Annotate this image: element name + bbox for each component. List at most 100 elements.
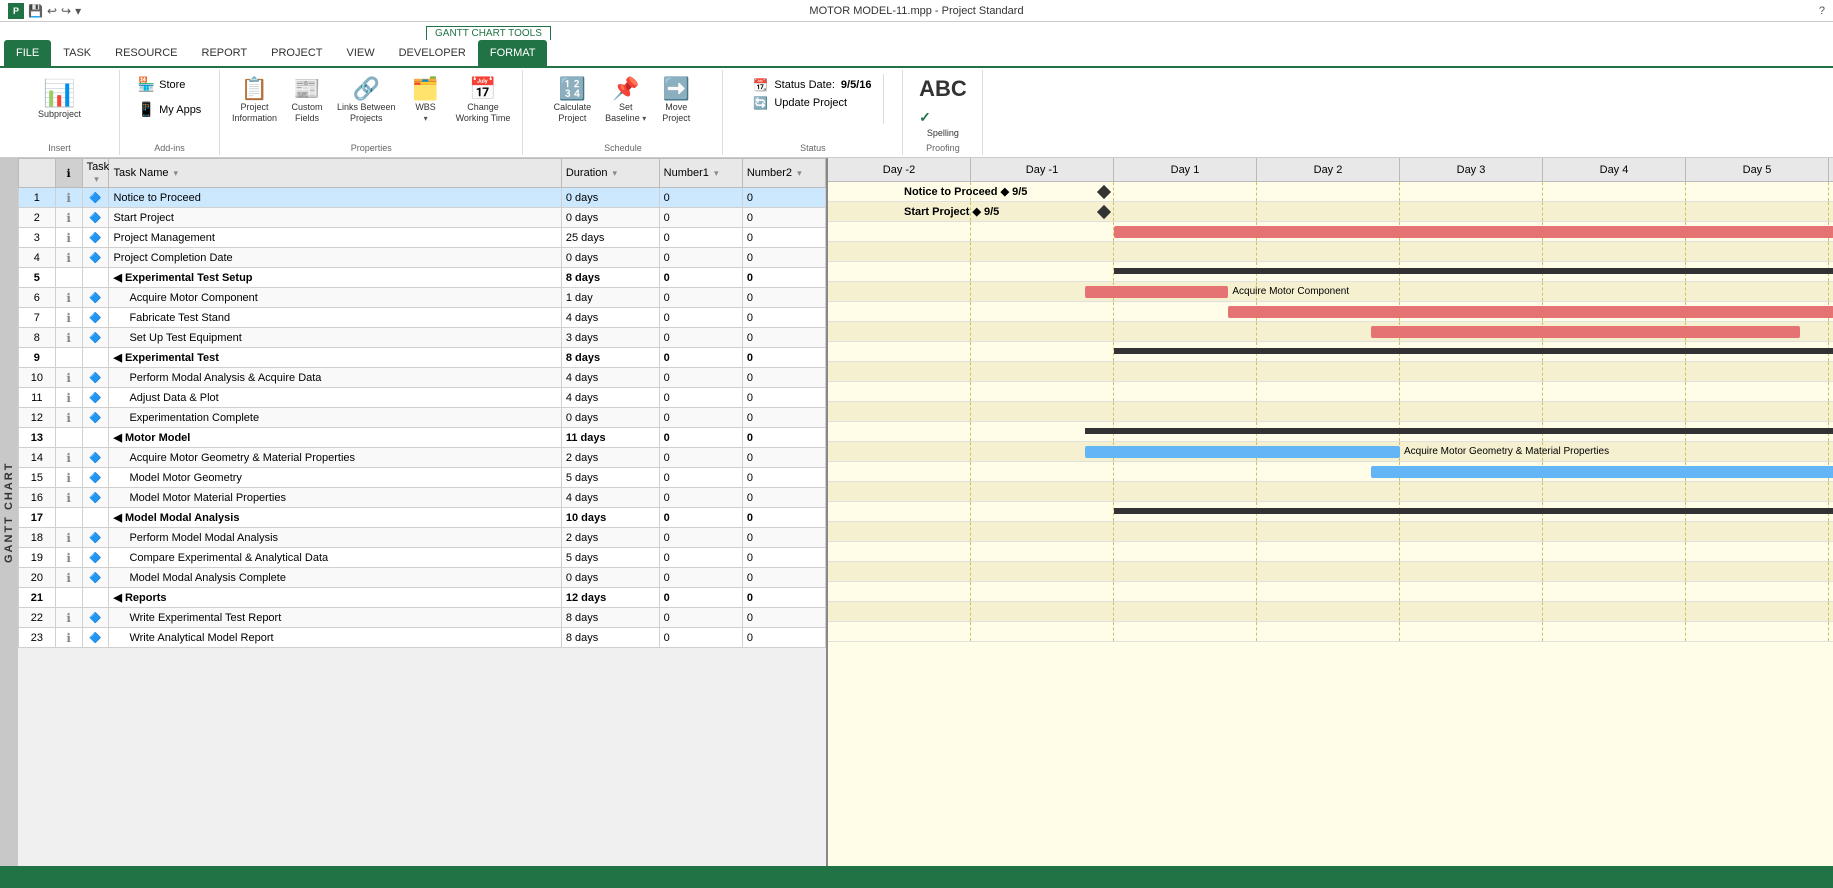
tab-format[interactable]: FORMAT [478, 40, 548, 66]
task-number2-cell: 0 [742, 488, 825, 508]
table-row[interactable]: 14ℹ🔷Acquire Motor Geometry & Material Pr… [19, 448, 826, 468]
th-duration[interactable]: Duration ▾ [561, 159, 659, 188]
tab-task[interactable]: TASK [51, 40, 103, 66]
project-info-button[interactable]: 📋 ProjectInformation [228, 74, 281, 126]
task-id-cell: 3 [19, 228, 56, 248]
table-row[interactable]: 19ℹ🔷Compare Experimental & Analytical Da… [19, 548, 826, 568]
table-row[interactable]: 16ℹ🔷Model Motor Material Properties4 day… [19, 488, 826, 508]
table-row[interactable]: 2ℹ🔷Start Project0 days00 [19, 208, 826, 228]
working-time-label: ChangeWorking Time [456, 102, 511, 124]
name-filter-icon[interactable]: ▾ [174, 168, 179, 178]
tab-resource[interactable]: RESOURCE [103, 40, 189, 66]
gantt-cell [1257, 342, 1400, 361]
task-number1-cell: 0 [659, 228, 742, 248]
table-row[interactable]: 8ℹ🔷Set Up Test Equipment3 days00 [19, 328, 826, 348]
duration-filter-icon[interactable]: ▾ [613, 168, 618, 178]
th-number1[interactable]: Number1 ▾ [659, 159, 742, 188]
store-button[interactable]: 🏪 Store [134, 74, 206, 95]
gantt-cell [1686, 202, 1829, 221]
table-row[interactable]: 22ℹ🔷Write Experimental Test Report8 days… [19, 608, 826, 628]
gantt-row [828, 402, 1833, 422]
gantt-cell [1114, 242, 1257, 261]
addins-group-content: 🏪 Store 📱 My Apps [134, 74, 206, 148]
wbs-label: WBS▾ [415, 102, 436, 124]
ribbon-group-insert: 📊 Subproject Insert [0, 70, 120, 155]
task-type-cell [82, 268, 109, 288]
wbs-button[interactable]: 🗂️ WBS▾ [406, 74, 446, 126]
gantt-cell [1543, 542, 1686, 561]
links-icon: 🔗 [353, 76, 380, 102]
table-row[interactable]: 21◀ Reports12 days00 [19, 588, 826, 608]
table-row[interactable]: 23ℹ🔷Write Analytical Model Report8 days0… [19, 628, 826, 648]
undo-icon[interactable]: ↩ [47, 4, 57, 18]
table-row[interactable]: 1ℹ🔷Notice to Proceed0 days00 [19, 188, 826, 208]
table-row[interactable]: 10ℹ🔷Perform Modal Analysis & Acquire Dat… [19, 368, 826, 388]
links-between-button[interactable]: 🔗 Links BetweenProjects [333, 74, 400, 126]
spelling-button[interactable]: ABC✓ Spelling [915, 74, 971, 141]
task-info-cell [55, 348, 82, 368]
table-row[interactable]: 17◀ Model Modal Analysis10 days00 [19, 508, 826, 528]
tab-file[interactable]: FILE [4, 40, 51, 66]
spelling-icon: ABC✓ [919, 76, 967, 128]
gantt-cell [971, 302, 1114, 321]
gantt-cell [1400, 562, 1543, 581]
help-icon[interactable]: ? [1819, 5, 1825, 17]
gantt-cell [1400, 262, 1543, 281]
task-number2-cell: 0 [742, 428, 825, 448]
gantt-cell [1114, 382, 1257, 401]
redo-icon[interactable]: ↪ [61, 4, 71, 18]
table-row[interactable]: 12ℹ🔷Experimentation Complete0 days00 [19, 408, 826, 428]
quick-access-toolbar[interactable]: 💾 ↩ ↪ ▾ [28, 4, 81, 18]
table-row[interactable]: 9◀ Experimental Test8 days00 [19, 348, 826, 368]
update-project-row[interactable]: 🔄 Update Project [753, 96, 871, 110]
customize-icon[interactable]: ▾ [75, 4, 81, 18]
table-row[interactable]: 18ℹ🔷Perform Model Modal Analysis2 days00 [19, 528, 826, 548]
task-duration-cell: 8 days [561, 348, 659, 368]
table-row[interactable]: 5◀ Experimental Test Setup8 days00 [19, 268, 826, 288]
gantt-row [828, 522, 1833, 542]
table-row[interactable]: 3ℹ🔷Project Management25 days00 [19, 228, 826, 248]
gantt-cell [1543, 242, 1686, 261]
task-type-cell: 🔷 [82, 408, 109, 428]
task-type-cell: 🔷 [82, 208, 109, 228]
custom-fields-button[interactable]: 📰 CustomFields [287, 74, 327, 126]
task-filter-icon[interactable]: ▾ [94, 174, 99, 184]
tab-view[interactable]: VIEW [334, 40, 386, 66]
save-icon[interactable]: 💾 [28, 4, 43, 18]
task-info-cell [55, 428, 82, 448]
task-info-cell: ℹ [55, 188, 82, 208]
myapps-button[interactable]: 📱 My Apps [134, 99, 206, 120]
table-row[interactable]: 13◀ Motor Model11 days00 [19, 428, 826, 448]
gantt-cell [828, 462, 971, 481]
gantt-cell [1400, 582, 1543, 601]
table-row[interactable]: 7ℹ🔷Fabricate Test Stand4 days00 [19, 308, 826, 328]
gantt-cell [971, 402, 1114, 421]
gantt-cell [1829, 622, 1833, 641]
move-project-button[interactable]: ➡️ MoveProject [656, 74, 696, 126]
task-number1-cell: 0 [659, 188, 742, 208]
table-row[interactable]: 11ℹ🔷Adjust Data & Plot4 days00 [19, 388, 826, 408]
set-baseline-button[interactable]: 📌 SetBaseline ▾ [601, 74, 650, 126]
number1-filter-icon[interactable]: ▾ [714, 168, 719, 178]
gantt-row [828, 302, 1833, 322]
table-row[interactable]: 15ℹ🔷Model Motor Geometry5 days00 [19, 468, 826, 488]
gantt-cell [1829, 562, 1833, 581]
table-row[interactable]: 20ℹ🔷Model Modal Analysis Complete0 days0… [19, 568, 826, 588]
task-number2-cell: 0 [742, 448, 825, 468]
task-duration-cell: 10 days [561, 508, 659, 528]
tab-developer[interactable]: DEVELOPER [387, 40, 478, 66]
table-row[interactable]: 4ℹ🔷Project Completion Date0 days00 [19, 248, 826, 268]
gantt-cell [971, 422, 1114, 441]
subproject-button[interactable]: 📊 Subproject [30, 74, 90, 123]
gantt-cell [828, 522, 971, 541]
number2-filter-icon[interactable]: ▾ [797, 168, 802, 178]
calculate-project-button[interactable]: 🔢 CalculateProject [550, 74, 596, 126]
table-row[interactable]: 6ℹ🔷Acquire Motor Component1 day00 [19, 288, 826, 308]
tab-report[interactable]: REPORT [190, 40, 260, 66]
gantt-cell [1829, 422, 1833, 441]
move-label: MoveProject [662, 102, 690, 124]
tab-project[interactable]: PROJECT [259, 40, 334, 66]
change-working-time-button[interactable]: 📅 ChangeWorking Time [452, 74, 515, 126]
th-number2[interactable]: Number2 ▾ [742, 159, 825, 188]
th-name[interactable]: Task Name ▾ [109, 159, 561, 188]
